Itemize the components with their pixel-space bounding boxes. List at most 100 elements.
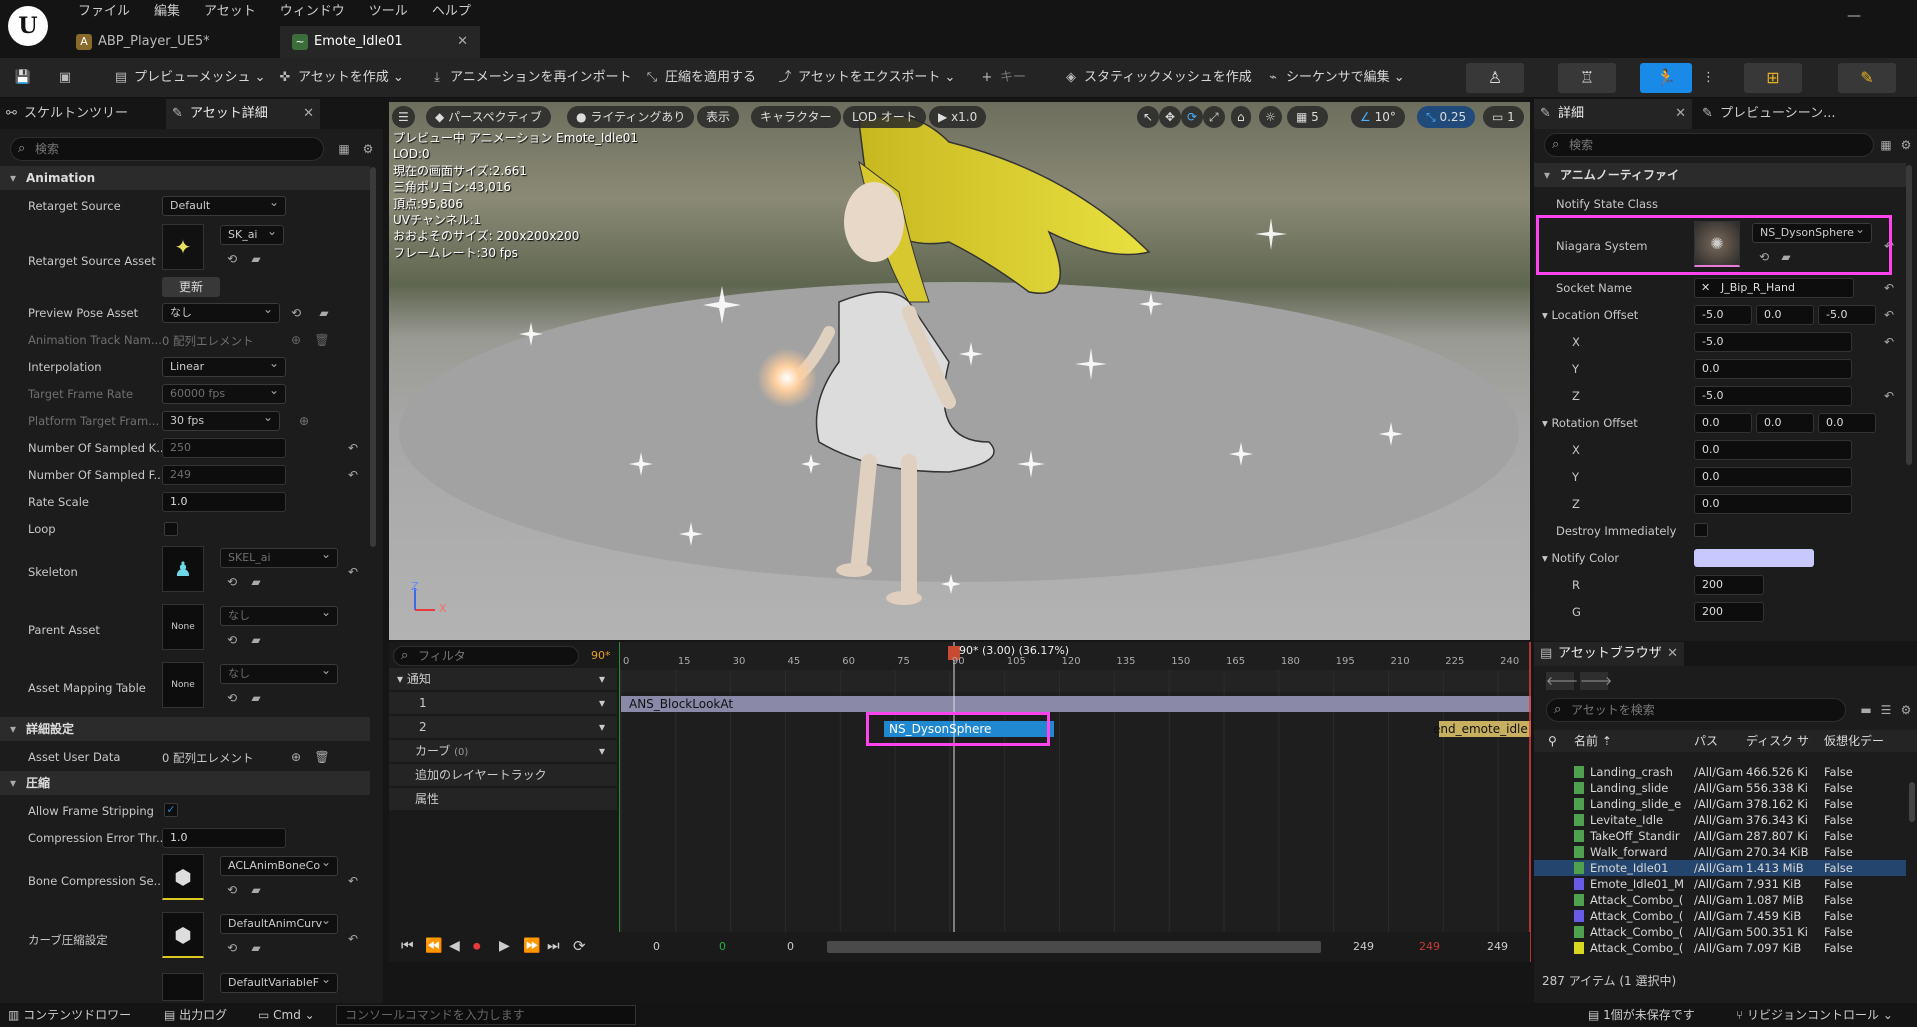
location-x-field[interactable]: -5.0 <box>1694 305 1752 325</box>
location-z-detail-field[interactable]: -5.0 <box>1694 386 1852 406</box>
browse-asset-icon[interactable]: ▰ <box>248 574 264 590</box>
tab-asset-details[interactable]: ✎ アセット詳細 ✕ <box>166 99 320 129</box>
list-item[interactable]: Walk_forward/All/Gam 270.34 KiB False <box>1534 844 1906 860</box>
create-asset-button[interactable]: ✜ アセットを作成 ⌄ <box>276 64 404 92</box>
retarget-source-dropdown[interactable]: Default <box>162 196 286 216</box>
tab-details[interactable]: ✎ 詳細 ✕ <box>1534 99 1692 129</box>
browse-button[interactable]: ▣ <box>56 64 78 92</box>
details-search-input[interactable]: 検索 <box>1544 133 1874 157</box>
menu-tools[interactable]: ツール <box>357 2 420 22</box>
browse-asset-icon[interactable]: ▰ <box>248 251 264 267</box>
add-element-icon[interactable]: ⊕ <box>288 332 304 348</box>
surface-snap-icon[interactable]: ☼ <box>1259 106 1282 128</box>
section-compression[interactable]: 圧縮 <box>0 771 370 795</box>
dropdown-icon[interactable]: ▾ <box>599 668 605 690</box>
minimize-icon[interactable]: — <box>1840 2 1868 30</box>
to-end-icon[interactable]: ⏭ <box>547 938 560 954</box>
dropdown-icon[interactable]: ▾ <box>599 740 605 762</box>
play-icon[interactable]: ▶ <box>499 938 510 954</box>
unreal-logo[interactable]: U <box>8 6 48 46</box>
menu-window[interactable]: ウィンドウ <box>268 2 357 22</box>
scrollbar[interactable] <box>370 167 376 547</box>
rotation-x-field[interactable]: 0.0 <box>1694 413 1752 433</box>
end-frame-2[interactable]: 249 <box>1487 940 1508 953</box>
track-notifies[interactable]: ▾ 通知 ▾ <box>389 668 617 690</box>
lod-button[interactable]: LOD オート <box>843 106 926 128</box>
list-item[interactable]: TakeOff_Standir/All/Gam 287.807 Ki False <box>1534 828 1906 844</box>
skeleton-thumbnail[interactable]: ♟ <box>162 546 204 592</box>
loop-icon[interactable]: ⟳ <box>573 937 586 955</box>
delete-icon[interactable]: 🗑 <box>314 749 330 765</box>
output-log-button[interactable]: ▤ 出力ログ <box>164 1003 227 1027</box>
retarget-source-asset-dropdown[interactable]: SK_ai <box>220 225 284 245</box>
details-search-input[interactable]: 検索 <box>10 137 324 161</box>
close-icon[interactable]: ✕ <box>303 99 314 129</box>
perspective-button[interactable]: ◆ パースペクティブ <box>426 106 551 128</box>
revision-control-button[interactable]: ⑂ リビジョンコントロール ⌄ <box>1736 1003 1893 1027</box>
filter-icon[interactable]: ☰ <box>1878 702 1894 718</box>
browse-asset-icon[interactable]: ▰ <box>248 690 264 706</box>
list-item[interactable]: Emote_Idle01/All/Gam 1.413 MiB False <box>1534 860 1906 876</box>
clear-icon[interactable]: ✕ <box>1701 279 1710 297</box>
interpolation-dropdown[interactable]: Linear <box>162 357 286 377</box>
back-nav-icon[interactable]: 🡐 <box>1546 672 1578 690</box>
column-path[interactable]: パス <box>1694 730 1718 752</box>
asset-mapping-thumbnail[interactable]: None <box>162 662 204 708</box>
reset-to-default-icon[interactable]: ↶ <box>348 441 358 455</box>
edit-in-sequencer-button[interactable]: ⌁ シーケンサで編集 ⌄ <box>1264 64 1405 92</box>
asset-mapping-dropdown[interactable]: なし <box>220 664 338 684</box>
lighting-button[interactable]: ● ライティングあり <box>567 106 695 128</box>
hierarchy-icon[interactable]: ⚲ <box>1548 730 1557 752</box>
list-item[interactable]: Landing_slide_e/All/Gam 378.162 Ki False <box>1534 796 1906 812</box>
viewport-menu-button[interactable]: ☰ <box>392 106 415 128</box>
use-selected-icon[interactable]: ⟲ <box>224 940 240 956</box>
end-frame-red[interactable]: 249 <box>1419 940 1440 953</box>
scale-mode-icon[interactable]: ⤢ <box>1203 106 1225 128</box>
curve-compression-dropdown[interactable]: DefaultAnimCurv <box>220 914 338 934</box>
browse-asset-icon[interactable]: ▰ <box>248 882 264 898</box>
settings-gear-icon[interactable]: ⚙ <box>1898 137 1914 153</box>
track-curves[interactable]: カーブ (0) ▾ <box>389 740 617 762</box>
rotate-mode-icon[interactable]: ⟳ <box>1181 106 1204 128</box>
character-button[interactable]: キャラクター <box>751 106 841 128</box>
tab-asset-browser[interactable]: ▤ アセットブラウザ ✕ <box>1534 642 1684 666</box>
rate-scale-field[interactable]: 1.0 <box>162 492 286 512</box>
browse-asset-icon[interactable]: ▰ <box>316 305 332 321</box>
skeleton-asset-thumbnail[interactable]: ✦ <box>162 224 204 270</box>
menu-file[interactable]: ファイル <box>66 2 142 22</box>
track-2[interactable]: 2 ▾ <box>389 716 617 738</box>
reset-to-default-icon[interactable]: ↶ <box>348 932 358 946</box>
rotation-y-detail-field[interactable]: 0.0 <box>1694 467 1852 487</box>
grid-snap-button[interactable]: ▦ 5 <box>1287 106 1328 128</box>
use-selected-icon[interactable]: ⟲ <box>224 632 240 648</box>
update-button[interactable]: 更新 <box>162 277 220 297</box>
more-options-icon[interactable]: ⋮ <box>1702 64 1715 92</box>
close-tab-icon[interactable]: ✕ <box>457 26 468 58</box>
location-x-detail-field[interactable]: -5.0 <box>1694 332 1852 352</box>
playback-speed-button[interactable]: ▶ x1.0 <box>929 106 987 128</box>
list-item[interactable]: Emote_Idle01_M/All/Gam 7.931 KiB False <box>1534 876 1906 892</box>
variable-thumbnail[interactable] <box>162 973 204 1001</box>
use-selected-icon[interactable]: ⟲ <box>288 305 304 321</box>
save-button[interactable]: 💾 <box>14 64 36 92</box>
list-item[interactable]: Attack_Combo_(/All/Gam 7.459 KiB False <box>1534 908 1906 924</box>
grid-view-icon[interactable]: ▦ <box>336 141 352 157</box>
world-space-icon[interactable]: ⌂ <box>1231 106 1251 128</box>
track-1[interactable]: 1 ▾ <box>389 692 617 714</box>
loop-checkbox[interactable] <box>164 522 178 536</box>
blueprint-mode-button[interactable]: ⊞ <box>1744 63 1802 93</box>
list-item[interactable]: Attack_Combo_(/All/Gam 1.087 MiB False <box>1534 892 1906 908</box>
key-button[interactable]: + キー <box>978 64 1026 92</box>
close-icon[interactable]: ✕ <box>1667 642 1678 666</box>
delete-icon[interactable]: 🗑 <box>314 332 330 348</box>
timeline-filter-input[interactable]: フィルタ <box>393 646 579 666</box>
add-element-icon[interactable]: ⊕ <box>288 749 304 765</box>
color-r-field[interactable]: 200 <box>1694 575 1764 595</box>
target-frame-rate-dropdown[interactable]: 60000 fps <box>162 384 286 404</box>
translate-mode-icon[interactable]: ✥ <box>1159 106 1182 128</box>
reset-to-default-icon[interactable]: ↶ <box>348 874 358 888</box>
skeleton-dropdown[interactable]: SKEL_ai <box>220 548 338 568</box>
track-attributes[interactable]: 属性 <box>389 788 617 810</box>
start-frame[interactable]: 0 <box>653 940 660 953</box>
scrollbar[interactable] <box>1909 782 1915 822</box>
